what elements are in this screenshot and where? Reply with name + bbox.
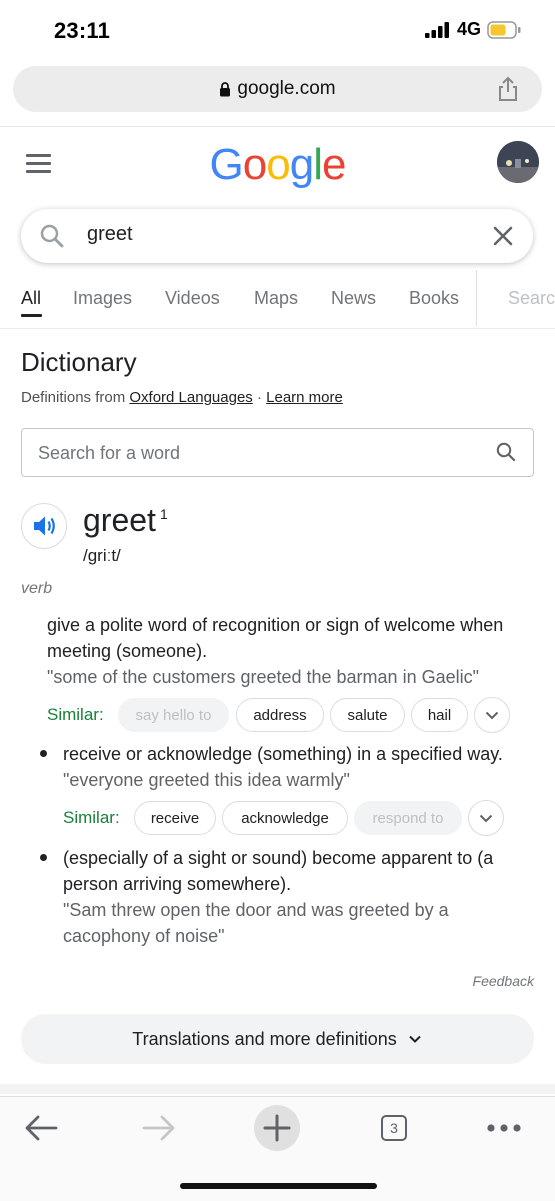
definition-3-line-2: person arriving somewhere). [63, 874, 292, 894]
chevron-down-icon [479, 814, 493, 823]
forward-icon[interactable] [140, 1111, 178, 1145]
more-definitions-button[interactable]: Translations and more definitions [21, 1014, 534, 1064]
expand-similar-button[interactable] [468, 800, 504, 836]
definition-2-line-1: receive or acknowledge (something) in a … [63, 744, 503, 764]
expand-similar-button[interactable] [474, 697, 510, 733]
clear-icon[interactable] [491, 224, 515, 248]
search-icon[interactable] [495, 441, 517, 463]
tab-images[interactable]: Images [73, 288, 132, 309]
account-avatar[interactable] [497, 141, 539, 183]
headword: greet 1 [83, 502, 168, 539]
homograph-number: 1 [159, 506, 168, 522]
tab-books[interactable]: Books [409, 288, 459, 309]
url-display[interactable]: google.com [13, 66, 542, 112]
word-search-box[interactable]: Search for a word [21, 428, 534, 477]
bullet [40, 854, 47, 861]
dictionary-title: Dictionary [21, 347, 137, 377]
plus-icon [263, 1114, 291, 1142]
bullet [40, 750, 47, 757]
search-input[interactable]: greet [87, 223, 133, 246]
tab-maps[interactable]: Maps [254, 288, 298, 309]
tab-separator [476, 270, 477, 326]
header-divider [0, 126, 555, 127]
similar-chip-salute[interactable]: salute [330, 698, 405, 732]
active-tab-indicator [21, 314, 42, 317]
tab-search-tools[interactable]: Searc [508, 288, 555, 309]
definition-1-line-1: give a polite word of recognition or sig… [47, 615, 504, 635]
definition-1-example: "some of the customers greeted the barma… [47, 667, 479, 687]
address-bar[interactable]: google.com [13, 66, 542, 112]
definition-1-line-2: meeting (someone). [47, 641, 208, 661]
signal-icon [424, 21, 449, 38]
part-of-speech: verb [21, 580, 53, 597]
chevron-down-icon [485, 711, 499, 720]
definition-3-example-line-1: "Sam threw open the door and was greeted… [63, 900, 449, 920]
search-box[interactable]: greet [21, 209, 533, 263]
definition-3-line-1: (especially of a sight or sound) become … [63, 848, 494, 868]
word-search-input[interactable]: Search for a word [38, 443, 180, 464]
definition-2-example: "everyone greeted this idea warmly" [63, 770, 350, 790]
home-indicator[interactable] [180, 1183, 377, 1189]
speaker-icon [34, 516, 55, 536]
status-indicators: 4G [424, 19, 521, 40]
phonetic: /ɡriːt/ [83, 546, 121, 565]
search-tabs: All Images Videos Maps News Books Searc [0, 270, 555, 329]
tab-videos[interactable]: Videos [165, 288, 220, 309]
similar-chip-address[interactable]: address [236, 698, 324, 732]
new-tab-button[interactable] [254, 1105, 300, 1151]
oxford-languages-link[interactable]: Oxford Languages [129, 389, 252, 406]
google-logo[interactable]: Google [0, 140, 555, 190]
url-domain: google.com [237, 78, 336, 99]
similar-chip-say-hello-to[interactable]: say hello to [118, 698, 229, 732]
headword-text: greet [83, 502, 156, 538]
definition-3-example-line-2: cacophony of noise" [63, 926, 225, 946]
search-icon[interactable] [39, 223, 65, 249]
more-definitions-label: Translations and more definitions [132, 1028, 397, 1049]
similar-label: Similar: [63, 808, 120, 827]
similar-chip-respond-to[interactable]: respond to [354, 801, 462, 835]
source-prefix: Definitions from [21, 389, 130, 406]
lock-icon [220, 81, 231, 96]
similar-label: Similar: [47, 705, 104, 724]
battery-icon [487, 20, 521, 39]
back-icon[interactable] [22, 1111, 60, 1145]
network-label: 4G [456, 19, 481, 39]
more-icon[interactable] [486, 1123, 522, 1133]
tab-all[interactable]: All [21, 288, 41, 309]
pronunciation-button[interactable] [21, 503, 67, 549]
similar-chip-acknowledge[interactable]: acknowledge [222, 801, 348, 835]
similar-chip-receive[interactable]: receive [134, 801, 216, 835]
feedback-link[interactable]: Feedback [473, 973, 534, 989]
dictionary-source: Definitions from Oxford Languages · Lear… [21, 389, 343, 406]
status-time: 23:11 [54, 18, 111, 43]
share-icon[interactable] [494, 75, 522, 103]
tab-news[interactable]: News [331, 288, 376, 309]
section-divider [0, 1084, 555, 1094]
similar-chip-hail[interactable]: hail [411, 698, 468, 732]
tabs-icon[interactable]: 3 [381, 1115, 407, 1141]
learn-more-link[interactable]: Learn more [266, 389, 343, 406]
source-separator: · [252, 389, 267, 406]
chevron-down-icon [409, 1035, 421, 1043]
